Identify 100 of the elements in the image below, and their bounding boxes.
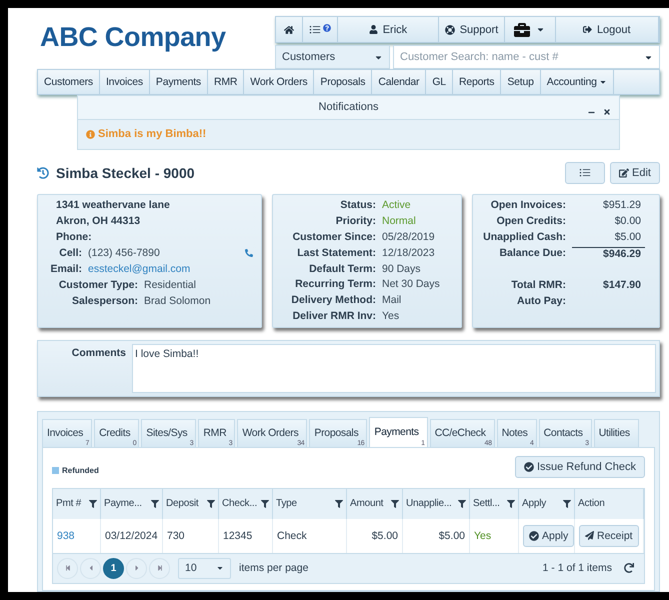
filter-icon[interactable] xyxy=(507,500,515,508)
user-icon xyxy=(368,25,378,34)
amount-value: $946.29 xyxy=(572,246,645,260)
info-icon xyxy=(86,130,95,139)
field-label: Customer Since: xyxy=(292,230,376,243)
nav-item[interactable]: Accounting xyxy=(540,70,614,94)
module-select[interactable]: Customers xyxy=(275,45,390,69)
close-icon[interactable] xyxy=(603,108,611,116)
field-value: Normal xyxy=(382,214,417,227)
field-label: Default Term: xyxy=(308,262,376,275)
field-label: Recurring Term: xyxy=(294,278,376,290)
nav-item[interactable]: Payments xyxy=(150,70,208,94)
menu-button[interactable] xyxy=(565,162,606,184)
address-line: Akron, OH 44313 xyxy=(55,214,142,228)
address-line: Phone: xyxy=(55,230,93,244)
page-button[interactable]: 1 xyxy=(103,558,124,579)
field-label: Deliver RMR Inv: xyxy=(292,310,376,322)
apply-button[interactable]: Apply xyxy=(523,524,574,547)
column-header[interactable]: Amount xyxy=(347,488,403,519)
field-value: Residential xyxy=(144,279,197,292)
column-header[interactable]: Payme... xyxy=(101,488,163,519)
paper-plane-icon xyxy=(585,531,594,540)
company-logo: ABC Company xyxy=(40,22,226,53)
column-header[interactable]: Deposit xyxy=(163,488,219,519)
filter-icon[interactable] xyxy=(261,500,269,508)
filter-icon[interactable] xyxy=(391,500,399,508)
page-size-select[interactable]: 10 xyxy=(178,558,231,579)
nav-item[interactable]: Invoices xyxy=(100,70,150,94)
last-page-button[interactable] xyxy=(149,558,170,579)
nav-item[interactable]: RMR xyxy=(208,70,244,94)
filter-icon[interactable] xyxy=(458,500,466,508)
field-label: Status: xyxy=(339,199,376,212)
column-header[interactable]: Apply xyxy=(519,488,575,519)
field-label: Auto Pay: xyxy=(516,295,566,308)
field-label: Balance Due: xyxy=(498,247,566,260)
receipt-button[interactable]: Receipt xyxy=(579,524,639,547)
field-label: Open Credits: xyxy=(496,215,566,228)
edit-icon xyxy=(619,168,630,178)
list-icon xyxy=(308,24,321,36)
panel-title: Notifications xyxy=(318,101,378,114)
field-value: Yes xyxy=(382,310,400,322)
field-label: Total RMR: xyxy=(510,279,566,292)
nav-item[interactable]: GL xyxy=(426,70,453,94)
notification-message: Simba is my Bimba!! xyxy=(98,128,206,140)
column-header[interactable]: Action xyxy=(575,488,644,519)
nav-item[interactable]: Setup xyxy=(501,70,541,94)
field-value: Net 30 Days xyxy=(382,278,441,290)
first-page-icon xyxy=(64,565,70,572)
tab[interactable]: Utilities xyxy=(594,418,639,447)
address-line: 1341 weathervane lane xyxy=(55,198,171,212)
filter-icon[interactable] xyxy=(563,500,571,508)
nav-item[interactable]: Reports xyxy=(452,70,502,94)
amount-value: $951.29 xyxy=(602,199,642,212)
support-button[interactable]: Support xyxy=(439,17,505,42)
filter-icon[interactable] xyxy=(151,500,159,508)
column-header[interactable]: Pmt # xyxy=(53,488,101,519)
page-size-label: items per page xyxy=(239,562,308,574)
field-value: Brad Solomon xyxy=(144,295,212,308)
nav-item[interactable]: Proposals xyxy=(314,70,372,94)
filter-icon[interactable] xyxy=(335,500,343,508)
refresh-icon[interactable] xyxy=(624,563,634,574)
column-header[interactable]: Settl... xyxy=(470,488,519,519)
amount-value: $0.00 xyxy=(614,215,642,228)
field-label: Priority: xyxy=(334,214,376,227)
comments-field[interactable]: I love Simba!! xyxy=(132,344,656,393)
edit-button[interactable]: Edit xyxy=(610,162,660,184)
nav-item[interactable]: Customers xyxy=(38,70,100,94)
field-label: Open Invoices: xyxy=(490,199,566,212)
amount-value: $147.90 xyxy=(602,279,642,292)
issue-refund-button[interactable]: Issue Refund Check xyxy=(514,456,645,478)
support-icon xyxy=(444,24,455,34)
first-page-button[interactable] xyxy=(57,558,78,579)
last-page-icon xyxy=(156,565,162,572)
amount-value: $5.00 xyxy=(614,231,642,244)
column-header[interactable]: Unapplie... xyxy=(403,488,470,519)
logout-button[interactable]: Logout xyxy=(556,17,659,42)
pager-summary: 1 - 1 of 1 items xyxy=(542,562,612,574)
column-header[interactable]: Check... xyxy=(219,488,273,519)
list-icon xyxy=(579,166,592,179)
nav-item[interactable]: Calendar xyxy=(372,70,426,94)
filter-icon[interactable] xyxy=(89,500,97,508)
field-label: Delivery Method: xyxy=(290,294,376,306)
legend-label: Refunded xyxy=(62,466,99,476)
filter-icon[interactable] xyxy=(207,500,215,508)
column-header[interactable]: Type xyxy=(273,488,347,519)
field-value: Active xyxy=(382,199,412,212)
customer-title: Simba Steckel - 9000 xyxy=(56,164,195,181)
nav-item[interactable]: Work Orders xyxy=(244,70,314,94)
phone-icon[interactable] xyxy=(245,249,253,258)
legend-swatch xyxy=(52,467,59,474)
user-button[interactable]: Erick xyxy=(338,17,440,42)
briefcase-icon xyxy=(514,22,530,38)
field-label: Last Statement: xyxy=(296,246,376,259)
email-link[interactable]: essteckel@gmail.com xyxy=(88,263,247,276)
caret-right-icon xyxy=(132,564,140,572)
field-value: 05/28/2019 xyxy=(382,230,436,243)
caret-icon xyxy=(598,78,607,86)
field-label: Cell: xyxy=(58,247,82,260)
field-value: 90 Days xyxy=(382,262,422,275)
field-label: Salesperson: xyxy=(71,295,138,308)
